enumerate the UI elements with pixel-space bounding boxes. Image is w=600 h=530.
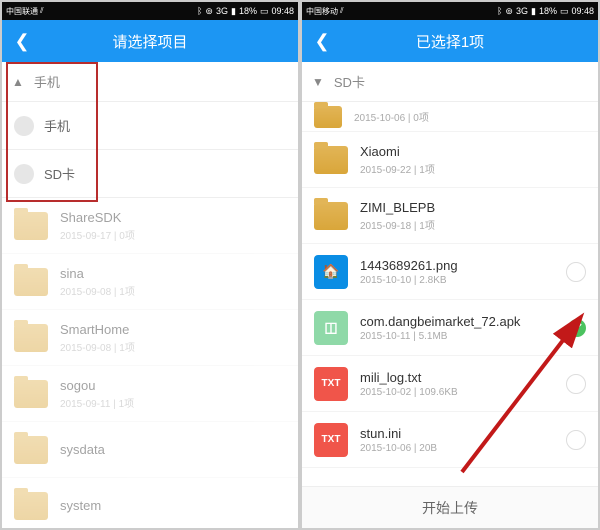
folder-icon	[14, 324, 48, 352]
item-sub: 2015-09-11 | 1项	[60, 395, 134, 410]
carrier-2: 中国移动	[306, 6, 338, 17]
list-item[interactable]: 2015-10-06 | 0项	[302, 102, 598, 132]
list-item[interactable]: SmartHome 2015-09-08 | 1项	[2, 310, 298, 366]
signal-bars-icon: ▮	[231, 6, 236, 17]
item-name: stun.ini	[360, 426, 437, 441]
select-circle[interactable]	[566, 262, 586, 282]
item-name: ZIMI_BLEPB	[360, 200, 435, 215]
file-list[interactable]: 2015-10-06 | 0项 Xiaomi 2015-09-22 | 1项 ZI…	[302, 102, 598, 486]
breadcrumb-label: SD卡	[334, 72, 365, 91]
net-label: 3G	[216, 6, 228, 16]
signal-bars-icon: ▮	[531, 6, 536, 17]
folder-icon	[14, 212, 48, 240]
folder-icon	[14, 492, 48, 520]
list-item[interactable]: 🏠 1443689261.png 2015-10-10 | 2.8KB	[302, 244, 598, 300]
item-sub: 2015-09-22 | 1项	[360, 161, 435, 176]
item-sub: 2015-10-06 | 20B	[360, 443, 437, 454]
carrier-1: 中国联通	[6, 6, 38, 17]
list-item[interactable]: sina 2015-09-08 | 1项	[2, 254, 298, 310]
item-name: 1443689261.png	[360, 258, 458, 273]
battery-pct: 18%	[239, 6, 257, 16]
battery-pct: 18%	[539, 6, 557, 16]
list-item[interactable]: ZIMI_BLEPB 2015-09-18 | 1项	[302, 188, 598, 244]
bluetooth-icon: ᛒ	[197, 6, 202, 16]
item-name: Xiaomi	[360, 144, 435, 159]
status-bar: 中国联通 ⫽ ᛒ ⊚ 3G ▮ 18% ▭ 09:48	[2, 2, 298, 20]
txt-icon: TXT	[314, 423, 348, 457]
battery-icon: ▭	[260, 6, 269, 17]
item-sub: 2015-09-08 | 1项	[60, 283, 135, 298]
item-name: sina	[60, 266, 135, 281]
upload-button[interactable]: 开始上传	[302, 486, 598, 528]
net-label: 3G	[516, 6, 528, 16]
back-button[interactable]: ❮	[302, 20, 342, 62]
dropdown-highlight	[6, 62, 98, 202]
bluetooth-icon: ᛒ	[497, 6, 502, 16]
page-title: 请选择项目	[2, 31, 298, 52]
back-button[interactable]: ❮	[2, 20, 42, 62]
item-sub: 2015-09-08 | 1项	[60, 339, 135, 354]
folder-icon	[314, 146, 348, 174]
item-sub: 2015-09-18 | 1项	[360, 217, 435, 232]
folder-icon	[314, 106, 342, 128]
wifi-icon: ⊚	[505, 6, 513, 17]
breadcrumb[interactable]: ▼ SD卡	[302, 62, 598, 102]
signal-icon: ⫽	[40, 6, 44, 16]
apk-icon: ◫	[314, 311, 348, 345]
folder-icon	[14, 268, 48, 296]
item-name: system	[60, 498, 101, 513]
item-name: SmartHome	[60, 322, 135, 337]
clock: 09:48	[571, 6, 594, 16]
clock: 09:48	[271, 6, 294, 16]
signal-icon: ⫽	[340, 6, 344, 16]
list-item[interactable]: ShareSDK 2015-09-17 | 0项	[2, 198, 298, 254]
wifi-icon: ⊚	[205, 6, 213, 17]
select-circle[interactable]	[566, 374, 586, 394]
chevron-down-icon: ▼	[312, 75, 324, 89]
left-screenshot: 中国联通 ⫽ ᛒ ⊚ 3G ▮ 18% ▭ 09:48 ❮ 请选择项目 ▲ 手机…	[2, 2, 298, 528]
app-header: ❮ 已选择1项	[302, 20, 598, 62]
item-sub: 2015-10-02 | 109.6KB	[360, 387, 458, 398]
item-sub: 2015-10-10 | 2.8KB	[360, 275, 458, 286]
item-name: sogou	[60, 378, 134, 393]
list-item[interactable]: system	[2, 478, 298, 528]
list-item[interactable]: TXT stun.ini 2015-10-06 | 20B	[302, 412, 598, 468]
list-item[interactable]: sysdata	[2, 422, 298, 478]
list-item[interactable]: sogou 2015-09-11 | 1项	[2, 366, 298, 422]
png-icon: 🏠	[314, 255, 348, 289]
folder-icon	[314, 202, 348, 230]
list-item[interactable]: Xiaomi 2015-09-22 | 1项	[302, 132, 598, 188]
item-name: mili_log.txt	[360, 370, 458, 385]
app-header: ❮ 请选择项目	[2, 20, 298, 62]
battery-icon: ▭	[560, 6, 569, 17]
list-item[interactable]: ◫ com.dangbeimarket_72.apk 2015-10-11 | 5…	[302, 300, 598, 356]
item-name: com.dangbeimarket_72.apk	[360, 314, 520, 329]
checked-icon[interactable]	[568, 319, 586, 337]
upload-label: 开始上传	[422, 498, 478, 518]
page-title: 已选择1项	[302, 31, 598, 52]
file-list[interactable]: ShareSDK 2015-09-17 | 0项 sina 2015-09-08 |…	[2, 198, 298, 528]
status-bar: 中国移动 ⫽ ᛒ ⊚ 3G ▮ 18% ▭ 09:48	[302, 2, 598, 20]
item-sub: 2015-09-17 | 0项	[60, 227, 135, 242]
txt-icon: TXT	[314, 367, 348, 401]
folder-icon	[14, 436, 48, 464]
folder-icon	[14, 380, 48, 408]
right-screenshot: 中国移动 ⫽ ᛒ ⊚ 3G ▮ 18% ▭ 09:48 ❮ 已选择1项 ▼ SD…	[302, 2, 598, 528]
list-item[interactable]: TXT mili_log.txt 2015-10-02 | 109.6KB	[302, 356, 598, 412]
item-sub: 2015-10-06 | 0项	[354, 109, 429, 124]
item-name: sysdata	[60, 442, 105, 457]
item-sub: 2015-10-11 | 5.1MB	[360, 331, 520, 342]
item-name: ShareSDK	[60, 210, 135, 225]
select-circle[interactable]	[566, 430, 586, 450]
